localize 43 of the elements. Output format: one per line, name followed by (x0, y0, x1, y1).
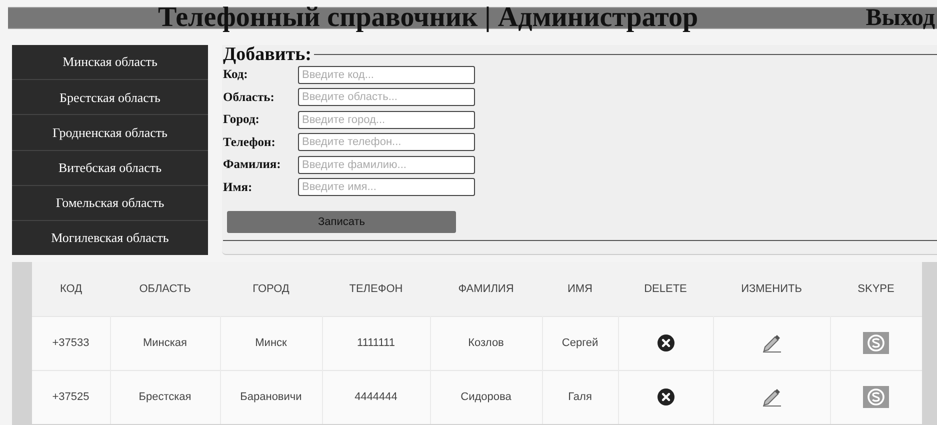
field-label: Область: (223, 88, 276, 106)
input-field[interactable]: Введите фамилию... (298, 156, 475, 174)
pencil-icon[interactable] (760, 387, 782, 408)
column-header: ИМЯ (542, 262, 618, 316)
input-field[interactable]: Введите имя... (298, 178, 475, 196)
pencil-icon[interactable] (760, 333, 782, 353)
logout-link[interactable]: Выход (866, 6, 935, 30)
delete-icon[interactable] (656, 334, 674, 352)
column-header: ИЗМЕНИТЬ (713, 262, 830, 316)
skype-icon[interactable] (863, 386, 890, 408)
field-label: Город: (223, 111, 260, 128)
form-legend: Добавить: (223, 45, 314, 64)
delete-icon[interactable] (656, 388, 674, 406)
column-header: ОБЛАСТЬ (110, 262, 220, 316)
column-header: ТЕЛЕФОН (322, 262, 430, 316)
sidebar-item[interactable]: Гомельская область (12, 184, 208, 220)
table-cell: 4444444 (322, 370, 430, 424)
field-label: Код: (223, 66, 249, 84)
field-label: Телефон: (223, 134, 276, 151)
input-field[interactable]: Введите телефон... (298, 133, 475, 152)
input-field[interactable]: Введите город... (298, 110, 475, 129)
input-field[interactable]: Введите область... (298, 88, 475, 106)
table-cell: Брестская (110, 370, 220, 424)
column-header: КОД (32, 262, 110, 316)
table-cell: Барановичи (220, 370, 322, 424)
sidebar-item[interactable]: Гродненская область (12, 114, 208, 150)
column-header: SKYPE (830, 262, 922, 316)
input-field[interactable]: Введите код... (298, 66, 475, 84)
table-cell: Галя (542, 370, 618, 424)
table-cell: +37525 (32, 370, 110, 424)
column-header: ГОРОД (220, 262, 322, 316)
submit-button[interactable]: Записать (227, 211, 456, 233)
column-header: DELETE (618, 262, 713, 316)
field-label: Фамилия: (223, 156, 282, 174)
sidebar-item[interactable]: Витебская область (12, 150, 208, 185)
skype-icon[interactable] (863, 332, 890, 354)
sidebar-item[interactable]: Могилевская область (12, 220, 208, 256)
sidebar-item[interactable]: Брестская область (12, 79, 208, 114)
sidebar-item[interactable]: Минская область (12, 45, 208, 80)
page-title: Телефонный справочник | Администратор (158, 4, 698, 32)
field-label: Имя: (223, 178, 254, 196)
column-header: ФАМИЛИЯ (430, 262, 542, 316)
table-cell: Сидорова (430, 370, 542, 424)
